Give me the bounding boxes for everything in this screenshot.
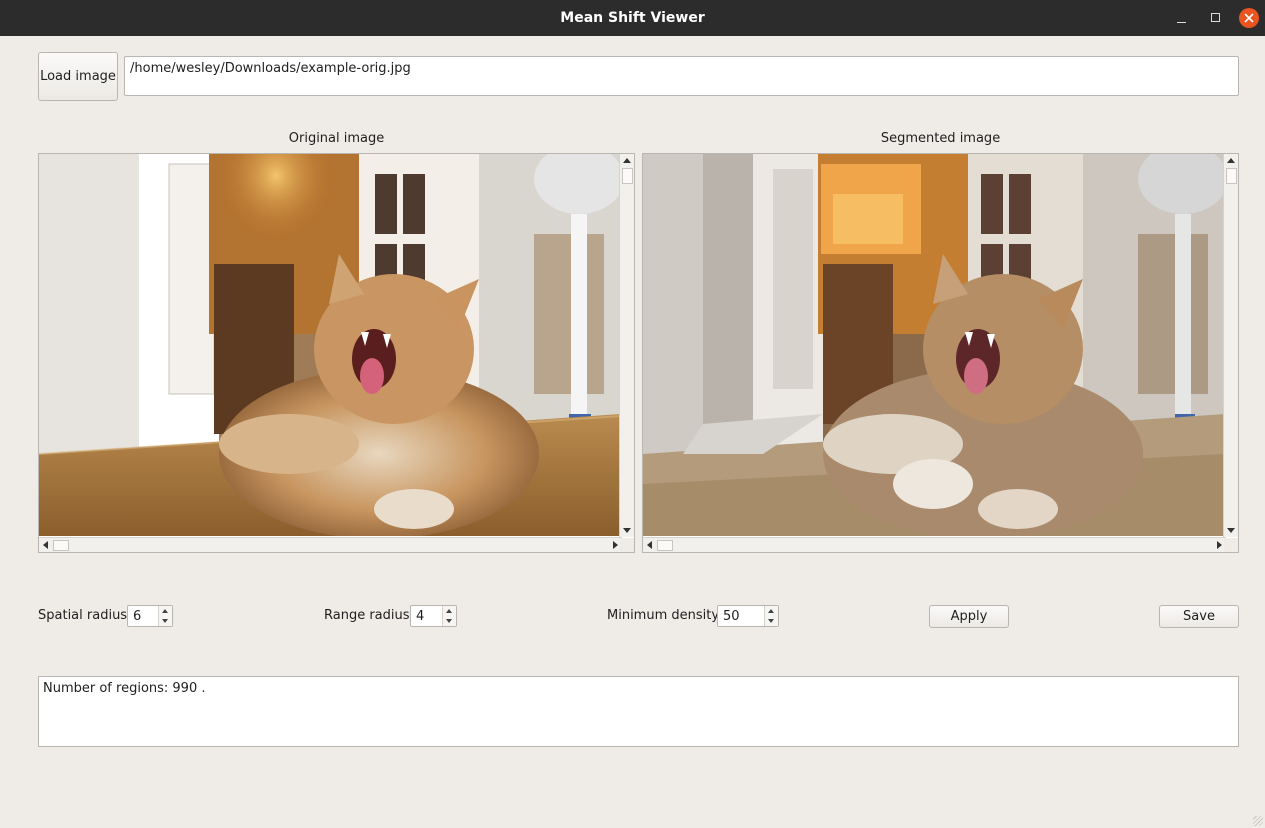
title-bar: Mean Shift Viewer xyxy=(0,0,1265,36)
region-count-text: Number of regions: 990 . xyxy=(43,681,206,696)
original-horizontal-scrollbar[interactable] xyxy=(39,537,622,552)
load-image-button[interactable]: Load image xyxy=(38,52,118,101)
segmented-image xyxy=(643,154,1225,536)
segmented-vertical-scrollbar[interactable] xyxy=(1223,154,1238,537)
step-up-icon[interactable] xyxy=(768,609,774,613)
spatial-radius-stepper[interactable] xyxy=(158,606,172,626)
resize-grip[interactable] xyxy=(1253,816,1263,826)
apply-button[interactable]: Apply xyxy=(929,605,1009,628)
segmented-image-panel[interactable] xyxy=(642,153,1239,553)
spatial-radius-spinbox[interactable]: 6 xyxy=(127,605,173,627)
maximize-icon[interactable] xyxy=(1205,8,1225,28)
minimum-density-label: Minimum density xyxy=(607,608,720,623)
scroll-up-icon[interactable] xyxy=(623,158,631,163)
minimum-density-stepper[interactable] xyxy=(764,606,778,626)
step-down-icon[interactable] xyxy=(768,619,774,623)
scroll-down-icon[interactable] xyxy=(1227,528,1235,533)
image-path-field[interactable]: /home/wesley/Downloads/example-orig.jpg xyxy=(124,56,1239,96)
range-radius-stepper[interactable] xyxy=(442,606,456,626)
scroll-right-icon[interactable] xyxy=(613,541,618,549)
scroll-corner xyxy=(1224,538,1238,552)
scroll-thumb[interactable] xyxy=(622,168,633,184)
spatial-radius-value[interactable]: 6 xyxy=(133,609,141,624)
original-image-caption: Original image xyxy=(288,131,385,146)
save-button[interactable]: Save xyxy=(1159,605,1239,628)
close-icon[interactable] xyxy=(1239,8,1259,28)
range-radius-label: Range radius xyxy=(324,608,410,623)
scroll-thumb[interactable] xyxy=(1226,168,1237,184)
step-down-icon[interactable] xyxy=(446,619,452,623)
window-title: Mean Shift Viewer xyxy=(560,10,705,26)
minimize-icon[interactable] xyxy=(1172,8,1192,28)
step-down-icon[interactable] xyxy=(162,619,168,623)
original-image xyxy=(39,154,621,536)
scroll-corner xyxy=(620,538,634,552)
scroll-right-icon[interactable] xyxy=(1217,541,1222,549)
scroll-down-icon[interactable] xyxy=(623,528,631,533)
range-radius-value[interactable]: 4 xyxy=(416,609,424,624)
scroll-thumb[interactable] xyxy=(657,540,673,551)
step-up-icon[interactable] xyxy=(162,609,168,613)
scroll-left-icon[interactable] xyxy=(43,541,48,549)
scroll-up-icon[interactable] xyxy=(1227,158,1235,163)
output-log[interactable]: Number of regions: 990 . xyxy=(38,676,1239,747)
scroll-left-icon[interactable] xyxy=(647,541,652,549)
segmented-horizontal-scrollbar[interactable] xyxy=(643,537,1226,552)
scroll-thumb[interactable] xyxy=(53,540,69,551)
segmented-image-caption: Segmented image xyxy=(880,131,1001,146)
minimum-density-spinbox[interactable]: 50 xyxy=(717,605,779,627)
spatial-radius-label: Spatial radius xyxy=(38,608,128,623)
range-radius-spinbox[interactable]: 4 xyxy=(410,605,457,627)
original-image-panel[interactable] xyxy=(38,153,635,553)
minimum-density-value[interactable]: 50 xyxy=(723,609,740,624)
original-vertical-scrollbar[interactable] xyxy=(619,154,634,537)
step-up-icon[interactable] xyxy=(446,609,452,613)
